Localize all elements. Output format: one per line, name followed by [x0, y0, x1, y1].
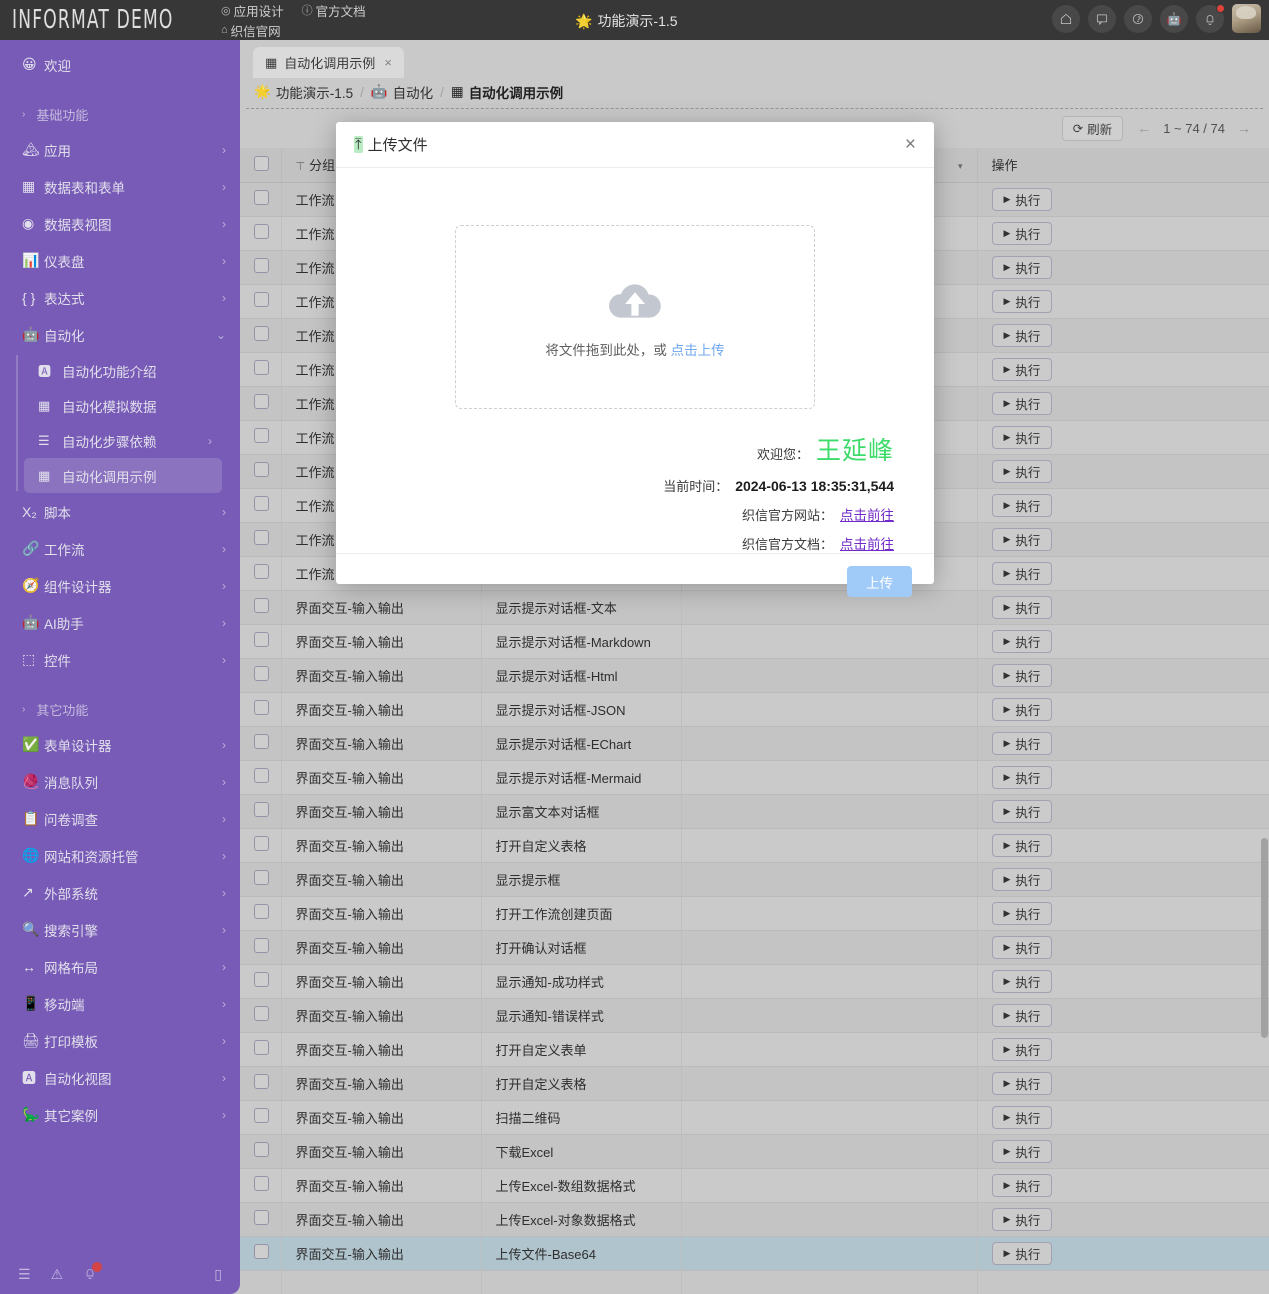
- upload-button[interactable]: 上传: [847, 566, 912, 597]
- dialog-footer: 上传: [336, 553, 934, 609]
- file-dropzone[interactable]: 将文件拖到此处，或 点击上传: [455, 225, 815, 409]
- time-row: 当前时间： 2024-06-13 18:35:31,544: [356, 476, 894, 495]
- app-root: INFORMAT DEMO ◎ 应用设计 ⓘ 官方文档 ⌂ 织信官网 🌟: [0, 0, 1269, 1294]
- click-to-upload-link[interactable]: 点击上传: [671, 343, 725, 358]
- close-icon[interactable]: ×: [905, 135, 916, 154]
- official-doc-link[interactable]: 点击前往: [840, 533, 894, 553]
- welcome-row: 欢迎您： 王延峰: [356, 431, 894, 467]
- current-time-value: 2024-06-13 18:35:31,544: [735, 478, 894, 494]
- dropzone-text: 将文件拖到此处，或 点击上传: [545, 339, 724, 359]
- doc-label: 织信官方文档：: [742, 534, 833, 553]
- doc-row: 织信官方文档： 点击前往: [356, 533, 894, 553]
- dialog-title: ⤒ 上传文件: [354, 134, 428, 155]
- dialog-body: 将文件拖到此处，或 点击上传 欢迎您： 王延峰 当前时间： 2024-06-13…: [336, 168, 934, 553]
- upload-file-dialog: ⤒ 上传文件 × 将文件拖到此处，或 点击上传 欢迎您： 王延峰: [336, 122, 934, 584]
- cloud-upload-icon: [606, 276, 664, 323]
- dialog-title-label: 上传文件: [368, 134, 428, 155]
- dialog-header: ⤒ 上传文件 ×: [336, 122, 934, 168]
- official-site-link[interactable]: 点击前往: [840, 504, 894, 524]
- time-label: 当前时间：: [663, 476, 728, 495]
- site-label: 织信官方网站：: [742, 505, 833, 524]
- dropzone-text-prefix: 将文件拖到此处，或: [545, 343, 670, 358]
- upload-icon: ⤒: [354, 136, 363, 153]
- welcome-user-name: 王延峰: [816, 431, 894, 467]
- info-block: 欢迎您： 王延峰 当前时间： 2024-06-13 18:35:31,544 织…: [356, 431, 914, 553]
- site-row: 织信官方网站： 点击前往: [356, 504, 894, 524]
- welcome-label: 欢迎您：: [757, 444, 809, 463]
